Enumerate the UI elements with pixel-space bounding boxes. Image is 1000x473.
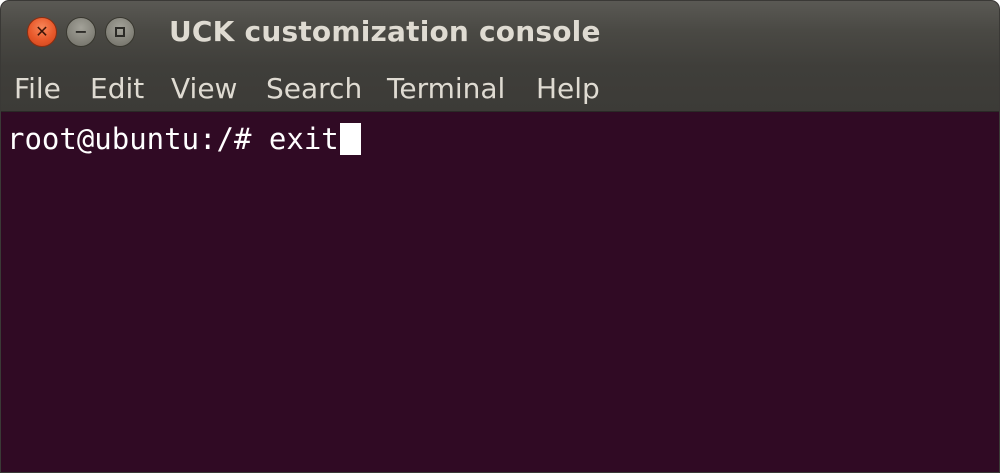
minimize-icon[interactable]: −	[66, 17, 96, 47]
menu-view[interactable]: View	[171, 71, 237, 107]
menu-bar: File Edit View Search Terminal Help	[1, 67, 999, 112]
terminal-line: root@ubuntu:/# exit	[7, 122, 361, 156]
terminal-window: ✕ − UCK customization console File Edit …	[0, 0, 1000, 473]
maximize-icon[interactable]	[105, 17, 135, 47]
window-title: UCK customization console	[169, 15, 601, 48]
text-cursor	[339, 123, 361, 155]
typed-command: exit	[268, 122, 339, 156]
terminal-area[interactable]: root@ubuntu:/# exit	[1, 112, 999, 472]
menu-file[interactable]: File	[14, 71, 61, 107]
menu-help[interactable]: Help	[536, 71, 600, 107]
menu-terminal[interactable]: Terminal	[387, 71, 505, 107]
menu-search[interactable]: Search	[266, 71, 362, 107]
shell-prompt: root@ubuntu:/#	[7, 122, 269, 156]
close-icon[interactable]: ✕	[27, 17, 57, 47]
title-bar[interactable]: ✕ − UCK customization console	[1, 1, 999, 67]
menu-edit[interactable]: Edit	[90, 71, 144, 107]
